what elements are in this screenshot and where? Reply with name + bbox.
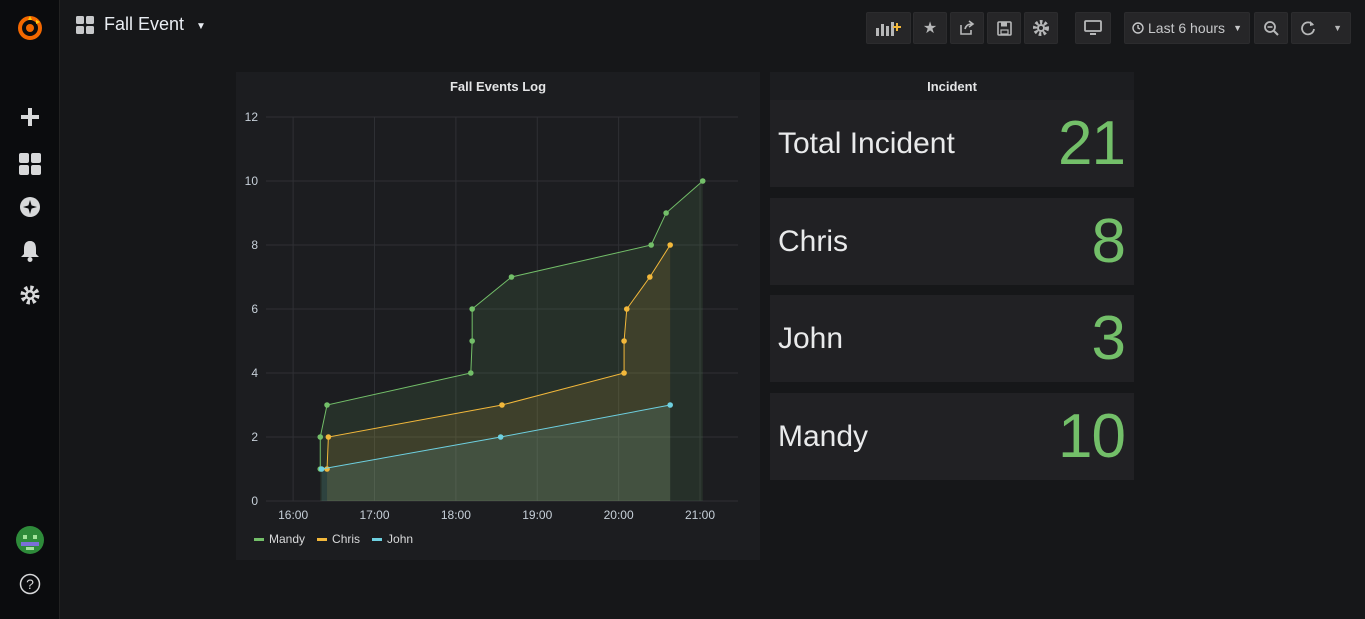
stat-chris: Chris 8: [770, 198, 1134, 285]
data-point-chris: [647, 274, 653, 280]
data-point-mandy: [469, 306, 475, 312]
clock-icon: [1132, 22, 1144, 34]
plus-icon[interactable]: [16, 103, 44, 131]
x-tick-label: 18:00: [441, 508, 471, 522]
stat-label: Total Incident: [778, 126, 955, 160]
stat-value: 21: [1058, 109, 1126, 178]
help-icon[interactable]: ?: [16, 570, 44, 598]
dashboards-icon: [76, 15, 94, 34]
y-tick-label: 0: [251, 494, 258, 508]
dashboard-picker[interactable]: Fall Event ▼: [76, 14, 206, 35]
legend-swatch: [254, 537, 264, 541]
zoom-out-icon: [1264, 21, 1279, 36]
add-panel-icon: [875, 22, 901, 36]
y-tick-label: 6: [251, 302, 258, 316]
data-point-mandy: [699, 178, 706, 184]
explore-icon[interactable]: [16, 193, 44, 221]
legend-swatch: [317, 537, 328, 541]
data-point-chris: [667, 242, 673, 248]
add-panel-button[interactable]: [866, 12, 911, 44]
sidebar: ?: [0, 0, 60, 619]
bell-icon[interactable]: [16, 237, 44, 265]
graph-panel-title[interactable]: Fall Events Log: [236, 72, 760, 100]
data-point-chris: [621, 338, 627, 344]
grafana-logo-icon[interactable]: [16, 14, 44, 42]
stat-label: Mandy: [778, 419, 869, 453]
x-tick-label: 19:00: [522, 508, 552, 522]
data-point-mandy: [324, 402, 330, 408]
zoom-out-button[interactable]: [1254, 12, 1288, 44]
x-tick-label: 21:00: [685, 508, 715, 522]
y-tick-label: 12: [245, 110, 259, 124]
chart-legend: Mandy Chris John: [254, 532, 413, 546]
data-point-mandy: [468, 370, 474, 376]
stat-mandy: Mandy 10: [770, 393, 1134, 480]
tv-mode-button[interactable]: [1075, 12, 1111, 44]
refresh-icon: [1301, 21, 1315, 36]
fall-events-chart: 0 2 4 6 8 10 12 16:00 17:00 18:00 19:00 20:00 21:00: [245, 110, 738, 522]
data-point-mandy: [648, 242, 654, 248]
y-tick-label: 2: [251, 430, 258, 444]
help-icon-label: ?: [26, 576, 34, 592]
data-point-chris: [621, 370, 627, 376]
stat-value: 3: [1091, 304, 1126, 373]
refresh-button[interactable]: ▼: [1291, 12, 1351, 44]
refresh-interval-caret-icon[interactable]: ▼: [1333, 23, 1342, 33]
stat-label: Chris: [778, 224, 849, 258]
gear-icon: [1033, 20, 1049, 36]
data-point-chris: [325, 434, 332, 440]
caret-down-icon: ▼: [1233, 23, 1242, 33]
time-range-picker[interactable]: Last 6 hours ▼: [1124, 12, 1250, 44]
dashboards-icon[interactable]: [16, 150, 44, 178]
top-bar: Fall Event ▼ ★ Last 6 hours ▼ ▼: [60, 0, 1365, 56]
share-icon: [960, 20, 975, 35]
legend-label: John: [387, 532, 414, 546]
x-tick-label: 17:00: [359, 508, 389, 522]
x-tick-label: 16:00: [278, 508, 308, 522]
legend-swatch: [372, 537, 383, 541]
save-icon: [996, 20, 1012, 36]
time-range-label: Last 6 hours: [1148, 20, 1226, 36]
settings-button[interactable]: [1024, 12, 1058, 44]
data-point-john: [318, 466, 325, 472]
y-tick-label: 8: [251, 238, 258, 252]
data-point-chris: [324, 466, 330, 472]
gear-icon[interactable]: [16, 281, 44, 309]
y-tick-label: 4: [251, 366, 258, 380]
data-point-mandy: [508, 274, 515, 280]
legend-label: Mandy: [269, 532, 306, 546]
incident-panel-title[interactable]: Incident: [770, 72, 1134, 100]
x-tick-label: 20:00: [604, 508, 634, 522]
legend-label: Chris: [332, 532, 361, 546]
caret-down-icon: ▼: [196, 21, 206, 32]
avatar[interactable]: [16, 526, 44, 554]
star-button[interactable]: ★: [913, 12, 947, 44]
legend-item-chris[interactable]: Chris: [317, 532, 360, 546]
legend-item-john[interactable]: John: [372, 532, 413, 546]
data-point-mandy: [469, 338, 475, 344]
legend-item-mandy[interactable]: Mandy: [254, 532, 305, 546]
stat-john: John 3: [770, 295, 1134, 382]
save-button[interactable]: [987, 12, 1021, 44]
star-icon: ★: [922, 20, 938, 37]
data-point-john: [497, 434, 504, 440]
dashboard-title: Fall Event: [104, 14, 185, 34]
y-tick-label: 10: [245, 174, 259, 188]
data-point-mandy: [663, 210, 669, 216]
stat-label: John: [778, 321, 844, 355]
incident-panel: Incident: [770, 72, 1134, 100]
stat-total-incident: Total Incident 21: [770, 100, 1134, 187]
data-point-mandy: [317, 434, 324, 440]
data-point-chris: [499, 402, 505, 408]
monitor-icon: [1084, 20, 1102, 35]
data-point-chris: [623, 306, 630, 312]
share-button[interactable]: [950, 12, 984, 44]
data-point-john: [667, 402, 673, 408]
stat-value: 8: [1091, 207, 1126, 276]
stat-value: 10: [1058, 402, 1126, 471]
